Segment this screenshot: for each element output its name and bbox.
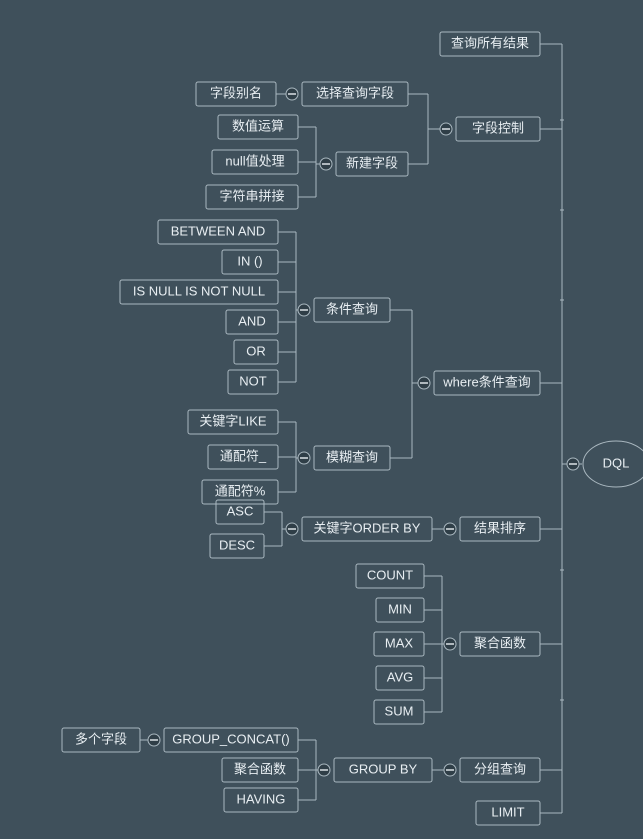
svg-text:新建字段: 新建字段 — [346, 155, 398, 170]
svg-text:通配符_: 通配符_ — [220, 448, 267, 463]
svg-text:条件查询: 条件查询 — [326, 301, 378, 316]
node-group-concat[interactable]: GROUP_CONCAT() — [164, 728, 298, 752]
svg-text:NOT: NOT — [239, 373, 267, 388]
svg-text:BETWEEN AND: BETWEEN AND — [171, 223, 266, 238]
toggle-order[interactable] — [444, 523, 456, 535]
svg-text:模糊查询: 模糊查询 — [326, 449, 378, 464]
node-isnull[interactable]: IS NULL IS NOT NULL — [120, 280, 278, 304]
svg-text:字段别名: 字段别名 — [210, 85, 262, 100]
node-alias[interactable]: 字段别名 — [196, 82, 276, 106]
node-order[interactable]: 结果排序 — [460, 517, 540, 541]
svg-text:AVG: AVG — [387, 669, 414, 684]
toggle-group[interactable] — [444, 764, 456, 776]
svg-text:关键字ORDER BY: 关键字ORDER BY — [314, 520, 421, 535]
svg-text:聚合函数: 聚合函数 — [474, 635, 526, 650]
toggle-group-concat[interactable] — [148, 734, 160, 746]
svg-text:结果排序: 结果排序 — [474, 520, 526, 535]
svg-text:LIMIT: LIMIT — [491, 804, 524, 819]
svg-text:关键字LIKE: 关键字LIKE — [199, 413, 267, 428]
node-group-by[interactable]: GROUP BY — [334, 758, 432, 782]
root-node[interactable]: DQL — [583, 441, 643, 487]
node-multi-fields[interactable]: 多个字段 — [62, 728, 140, 752]
svg-text:where条件查询: where条件查询 — [442, 374, 530, 389]
svg-text:查询所有结果: 查询所有结果 — [451, 35, 529, 50]
node-limit[interactable]: LIMIT — [476, 801, 540, 825]
node-field-ctrl[interactable]: 字段控制 — [456, 117, 540, 141]
toggle-where[interactable] — [418, 377, 430, 389]
toggle-orderby[interactable] — [286, 523, 298, 535]
node-or[interactable]: OR — [234, 340, 278, 364]
toggle-new-field[interactable] — [320, 158, 332, 170]
node-not[interactable]: NOT — [228, 370, 278, 394]
node-avg[interactable]: AVG — [376, 666, 424, 690]
svg-text:GROUP_CONCAT(): GROUP_CONCAT() — [172, 731, 289, 746]
toggle-agg[interactable] — [444, 638, 456, 650]
toggle-select-field[interactable] — [286, 88, 298, 100]
svg-text:数值运算: 数值运算 — [232, 118, 284, 133]
toggle-fuzzy[interactable] — [298, 452, 310, 464]
node-having[interactable]: HAVING — [224, 788, 298, 812]
svg-text:通配符%: 通配符% — [215, 483, 266, 498]
node-group[interactable]: 分组查询 — [460, 758, 540, 782]
node-select-field[interactable]: 选择查询字段 — [302, 82, 408, 106]
node-where[interactable]: where条件查询 — [434, 371, 540, 395]
node-wc-underscore[interactable]: 通配符_ — [208, 445, 278, 469]
toggles — [148, 88, 579, 776]
svg-text:AND: AND — [238, 313, 265, 328]
svg-text:MIN: MIN — [388, 601, 412, 616]
svg-text:聚合函数: 聚合函数 — [234, 761, 286, 776]
toggle-cond-query[interactable] — [298, 304, 310, 316]
svg-text:IN (): IN () — [237, 253, 262, 268]
node-min[interactable]: MIN — [376, 598, 424, 622]
node-agg[interactable]: 聚合函数 — [460, 632, 540, 656]
svg-text:DESC: DESC — [219, 537, 255, 552]
svg-text:OR: OR — [246, 343, 266, 358]
node-fuzzy[interactable]: 模糊查询 — [314, 446, 390, 470]
svg-text:DQL: DQL — [603, 455, 630, 470]
node-max[interactable]: MAX — [374, 632, 424, 656]
node-numeric[interactable]: 数值运算 — [218, 115, 298, 139]
node-like[interactable]: 关键字LIKE — [188, 410, 278, 434]
node-between[interactable]: BETWEEN AND — [158, 220, 278, 244]
node-sum[interactable]: SUM — [374, 700, 424, 724]
node-orderby[interactable]: 关键字ORDER BY — [302, 517, 432, 541]
node-group-aggfn[interactable]: 聚合函数 — [222, 758, 298, 782]
svg-text:分组查询: 分组查询 — [474, 761, 526, 776]
svg-text:选择查询字段: 选择查询字段 — [316, 85, 394, 100]
node-and[interactable]: AND — [226, 310, 278, 334]
svg-text:null值处理: null值处理 — [225, 153, 284, 168]
svg-text:MAX: MAX — [385, 635, 414, 650]
svg-text:SUM: SUM — [385, 703, 414, 718]
mindmap-diagram: DQL 查询所有结果 字段控制 where条件查询 结果排序 聚合函数 分组查询… — [0, 0, 643, 839]
svg-text:字符串拼接: 字符串拼接 — [219, 188, 284, 203]
svg-text:GROUP BY: GROUP BY — [349, 761, 418, 776]
node-cond-query[interactable]: 条件查询 — [314, 298, 390, 322]
node-query-all[interactable]: 查询所有结果 — [440, 32, 540, 56]
svg-text:COUNT: COUNT — [367, 567, 413, 582]
svg-text:多个字段: 多个字段 — [75, 731, 127, 746]
node-concat[interactable]: 字符串拼接 — [206, 185, 298, 209]
toggle-root[interactable] — [567, 458, 579, 470]
node-null-handle[interactable]: null值处理 — [212, 150, 298, 174]
node-in[interactable]: IN () — [222, 250, 278, 274]
svg-text:HAVING: HAVING — [237, 791, 286, 806]
toggle-field-ctrl[interactable] — [440, 123, 452, 135]
svg-text:字段控制: 字段控制 — [472, 120, 524, 135]
node-count[interactable]: COUNT — [356, 564, 424, 588]
toggle-group-by[interactable] — [318, 764, 330, 776]
svg-text:ASC: ASC — [227, 503, 254, 518]
svg-text:IS NULL IS NOT NULL: IS NULL IS NOT NULL — [133, 283, 265, 298]
node-new-field[interactable]: 新建字段 — [336, 152, 408, 176]
node-desc[interactable]: DESC — [210, 534, 264, 558]
